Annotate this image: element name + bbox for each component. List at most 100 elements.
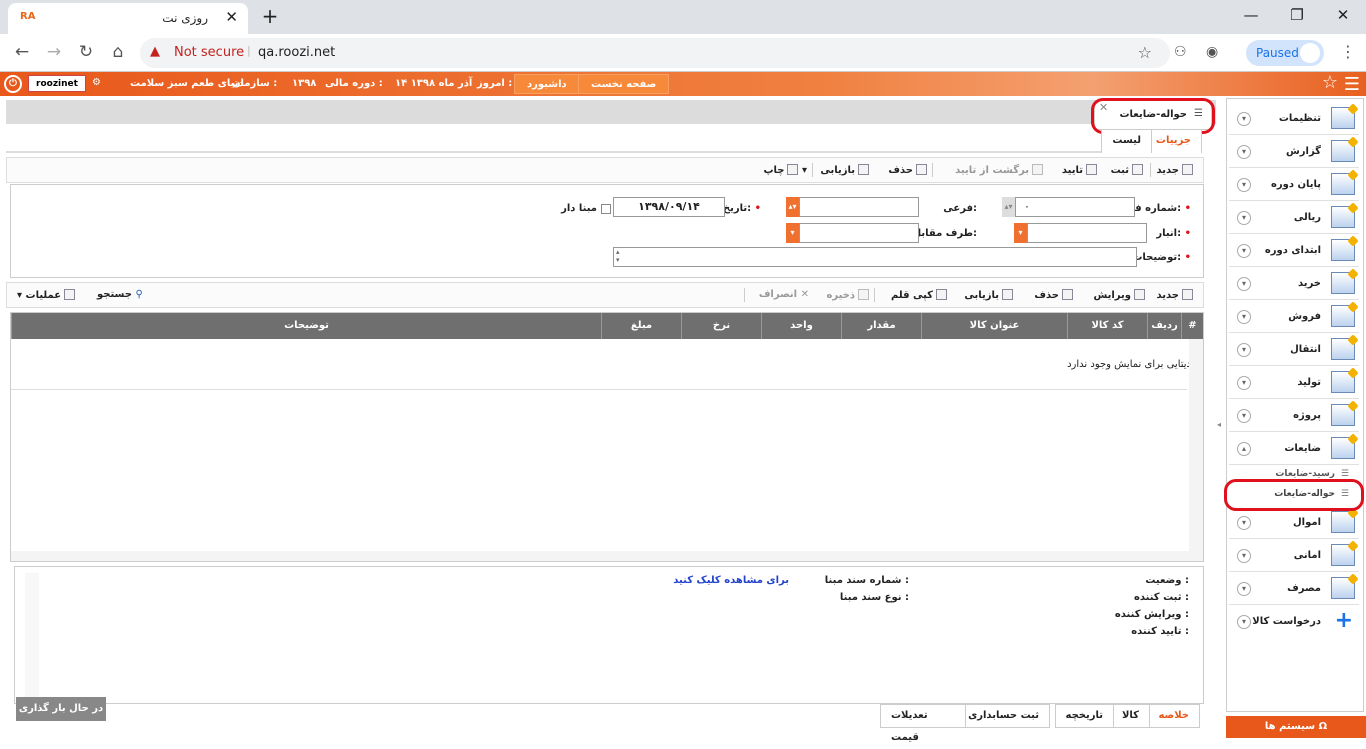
browser-tab[interactable]: RA روزی نت ✕: [8, 3, 248, 34]
chevron-down-icon[interactable]: ▾: [1237, 310, 1251, 324]
grid-delete-button[interactable]: حذف: [1034, 289, 1073, 301]
systems-button[interactable]: سیستم ها Ω: [1226, 716, 1366, 738]
grid-cancel-button[interactable]: انصراف ✕: [759, 289, 809, 300]
column-header[interactable]: کد کالا: [1067, 313, 1147, 339]
chevron-down-icon[interactable]: ▾: [1237, 145, 1251, 159]
unapprove-button[interactable]: برگشت از تایید: [955, 164, 1043, 176]
grid-copy-button[interactable]: کپی قلم: [891, 289, 947, 301]
sidebar-item-project[interactable]: پروژه ▾: [1229, 400, 1359, 432]
warehouse-field[interactable]: [1027, 223, 1147, 243]
approve-button[interactable]: تایید: [1062, 164, 1097, 176]
grid-search-button[interactable]: جستجو ⚲: [97, 289, 143, 300]
close-tab-icon[interactable]: ✕: [225, 8, 238, 26]
refresh-button[interactable]: بازیابی: [820, 164, 869, 176]
base-checkbox[interactable]: [601, 204, 611, 214]
date-field[interactable]: ۱۳۹۸/۰۹/۱۴: [613, 197, 725, 217]
browser-menu-icon[interactable]: ⋮: [1340, 42, 1356, 61]
power-icon[interactable]: ⏻: [4, 75, 22, 93]
description-field[interactable]: ▴ ▾: [613, 247, 1137, 267]
sidebar-collapse-icon[interactable]: ◂: [1217, 420, 1221, 429]
grid-horizontal-scrollbar[interactable]: [11, 551, 1189, 561]
sidebar-item-assets[interactable]: اموال ▾: [1229, 507, 1359, 539]
omnibox[interactable]: ▲ Not secure | qa.roozi.net ☆: [140, 38, 1170, 68]
chevron-down-icon[interactable]: ▾: [1237, 211, 1251, 225]
minimize-button[interactable]: —: [1228, 4, 1274, 28]
chevron-down-icon[interactable]: ▾: [1237, 112, 1251, 126]
tab-details[interactable]: جزییات: [1144, 129, 1202, 153]
sidebar-item-period-start[interactable]: ابتدای دوره ▾: [1229, 235, 1359, 267]
dashboard-button[interactable]: داشبورد: [514, 74, 580, 94]
column-header[interactable]: مقدار: [841, 313, 921, 339]
bookmark-star-icon[interactable]: ☆: [1138, 43, 1152, 62]
home-page-button[interactable]: صفحه نخست: [578, 74, 670, 94]
sidebar-item-sales[interactable]: فروش ▾: [1229, 301, 1359, 333]
hamburger-menu-icon[interactable]: ☰: [1344, 74, 1360, 95]
profile-paused-button[interactable]: Paused: [1246, 40, 1324, 66]
sidebar-item-purchase[interactable]: خرید ▾: [1229, 268, 1359, 300]
grid-vertical-scrollbar[interactable]: [1189, 339, 1203, 561]
column-header[interactable]: نرخ: [681, 313, 761, 339]
chevron-down-icon[interactable]: ▾: [1237, 516, 1251, 530]
close-window-button[interactable]: ✕: [1320, 4, 1366, 28]
tab-goods[interactable]: کالا: [1110, 704, 1150, 728]
party-field[interactable]: [799, 223, 919, 243]
chevron-down-icon[interactable]: ▾: [1237, 549, 1251, 563]
column-header[interactable]: مبلغ: [601, 313, 681, 339]
home-icon[interactable]: ⌂: [106, 42, 130, 64]
back-icon[interactable]: ←: [10, 42, 34, 64]
grid-edit-button[interactable]: ویرایش: [1093, 289, 1145, 301]
warehouse-dropdown[interactable]: ▾: [1014, 223, 1027, 243]
tab-history[interactable]: تاریخچه: [1054, 704, 1114, 728]
chevron-down-icon[interactable]: ▾: [1237, 244, 1251, 258]
column-header[interactable]: توضیحات: [11, 313, 601, 339]
sidebar-item-goods-request[interactable]: درخواست کالا + ▾: [1229, 606, 1359, 638]
chevron-down-icon[interactable]: ▾: [1237, 409, 1251, 423]
chevron-down-icon[interactable]: ▾: [1237, 277, 1251, 291]
party-dropdown[interactable]: ▾: [786, 223, 799, 243]
new-button[interactable]: جدید: [1156, 164, 1193, 176]
sidebar-item-reports[interactable]: گزارش ▾: [1229, 136, 1359, 168]
sidebar-item-transfer[interactable]: انتقال ▾: [1229, 334, 1359, 366]
grid-refresh-button[interactable]: بازیابی: [964, 289, 1013, 301]
view-base-doc-link[interactable]: برای مشاهده کلیک کنید: [673, 575, 789, 586]
sub-number-field[interactable]: [799, 197, 919, 217]
tab-summary[interactable]: خلاصه: [1147, 704, 1200, 728]
delete-button[interactable]: حذف: [888, 164, 927, 176]
chevron-down-icon[interactable]: ▾: [1237, 178, 1251, 192]
summary-scrollbar[interactable]: [25, 573, 39, 697]
chevron-down-icon[interactable]: ▾: [1237, 615, 1251, 629]
grid-new-button[interactable]: جدید: [1156, 289, 1193, 301]
print-button[interactable]: چاپ ▾: [763, 164, 807, 176]
tab-price-adjustments[interactable]: تعدیلات قیمت: [880, 704, 966, 743]
form-number-field[interactable]: ۰: [1015, 197, 1135, 217]
grid-save-button[interactable]: ذخیره: [826, 289, 869, 301]
sub-number-stepper[interactable]: ▴▾: [786, 197, 799, 217]
form-number-stepper[interactable]: ▴▾: [1002, 197, 1015, 217]
sidebar-item-waste[interactable]: ضایعات ▴: [1229, 433, 1359, 465]
save-button[interactable]: ثبت: [1111, 164, 1143, 176]
column-header[interactable]: #: [1181, 313, 1203, 339]
maximize-button[interactable]: ❐: [1274, 4, 1320, 28]
tab-list[interactable]: لیست: [1101, 129, 1152, 153]
chevron-down-icon[interactable]: ▾: [1237, 376, 1251, 390]
chevron-up-icon[interactable]: ▴: [1237, 442, 1251, 456]
settings-icon[interactable]: ⚙: [92, 77, 101, 88]
favorite-star-icon[interactable]: ☆: [1322, 72, 1338, 93]
new-tab-button[interactable]: +: [256, 5, 284, 29]
sidebar-item-period-end[interactable]: پایان دوره ▾: [1229, 169, 1359, 201]
sidebar-item-production[interactable]: تولید ▾: [1229, 367, 1359, 399]
column-header[interactable]: واحد: [761, 313, 841, 339]
extension-icon[interactable]: ⚇: [1174, 44, 1187, 60]
sidebar-item-consignment[interactable]: امانی ▾: [1229, 540, 1359, 572]
chevron-down-icon[interactable]: ▾: [1237, 582, 1251, 596]
tab-accounting[interactable]: ثبت حسابداری: [957, 704, 1050, 728]
forward-icon[interactable]: →: [42, 42, 66, 64]
chevron-down-icon[interactable]: ▾: [1237, 343, 1251, 357]
reload-icon[interactable]: ↻: [74, 42, 98, 64]
username[interactable]: roozinet: [28, 75, 86, 92]
sidebar-item-consumption[interactable]: مصرف ▾: [1229, 573, 1359, 605]
sidebar-item-rial[interactable]: ریالی ▾: [1229, 202, 1359, 234]
column-header[interactable]: ردیف: [1147, 313, 1181, 339]
grid-ops-button[interactable]: ▾ عملیات: [17, 289, 76, 301]
incognito-icon[interactable]: ◉: [1206, 44, 1218, 60]
